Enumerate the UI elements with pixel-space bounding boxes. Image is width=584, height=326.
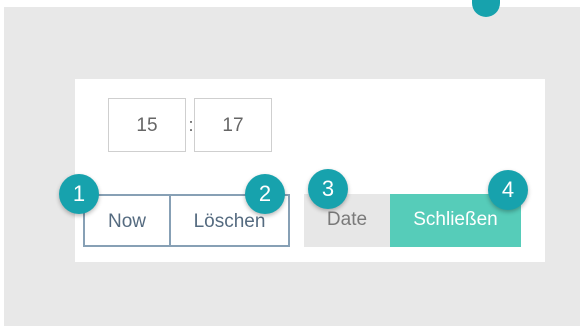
callout-badge-2: 2	[245, 174, 285, 214]
callout-marker-partial	[472, 0, 500, 17]
callout-badge-3: 3	[308, 169, 348, 209]
hour-field[interactable]: 15	[108, 98, 186, 152]
callout-badge-1: 1	[59, 174, 99, 214]
minute-field[interactable]: 17	[194, 98, 272, 152]
callout-badge-4: 4	[488, 170, 528, 210]
